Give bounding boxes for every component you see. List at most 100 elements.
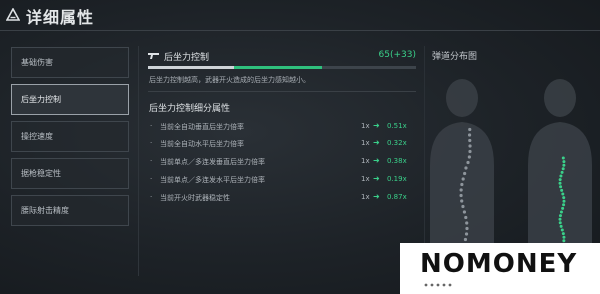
window-header: 详细属性 xyxy=(0,0,600,30)
row-value: 0.38x xyxy=(387,157,407,165)
row-label: 当前开火时武器稳定性 xyxy=(160,194,230,202)
arrow-right-icon: ➜ xyxy=(373,192,380,201)
bullet-dot-green xyxy=(560,228,564,232)
bullet-dot-gray xyxy=(463,171,467,176)
bullet-dot-gray xyxy=(461,204,465,209)
sidebar-item-base-damage[interactable]: 基础伤害 xyxy=(11,47,129,78)
target-silhouette-left xyxy=(430,79,494,250)
bullet-dot-gray xyxy=(460,182,464,187)
watermark: NOMONEY xyxy=(400,243,600,294)
bullet-dot-green xyxy=(561,232,565,236)
sidebar-divider xyxy=(138,46,139,276)
row-value: 0.19x xyxy=(387,175,407,183)
bullet-dot-gray xyxy=(468,149,472,154)
watermark-text: NOMONEY xyxy=(420,249,578,279)
row-base: 1x xyxy=(361,157,370,165)
sidebar-item-label: 腰际射击精度 xyxy=(21,206,69,215)
stat-progress-base xyxy=(148,66,234,69)
stat-value: 65(+33) xyxy=(378,50,416,60)
stat-progress-bar xyxy=(148,66,416,69)
bullet-dot-green xyxy=(562,239,566,243)
bullet-dot-green xyxy=(559,185,563,189)
row-bullet: · xyxy=(150,175,153,183)
row-base: 1x xyxy=(361,139,370,147)
sidebar-item-aim-stability[interactable]: 据枪稳定性 xyxy=(11,158,129,189)
bullet-dot-green xyxy=(562,163,566,167)
bullet-dot-green xyxy=(562,199,566,203)
breakdown-row: · 当前全自动水平后坐力倍率 1x ➜ 0.32x xyxy=(148,136,416,154)
row-value: 0.87x xyxy=(387,193,407,201)
bullet-dot-gray xyxy=(459,188,463,192)
bullet-dot-green xyxy=(562,235,566,239)
bullet-dot-gray xyxy=(459,193,463,198)
bullet-dot-green xyxy=(558,221,562,225)
target-silhouette-right xyxy=(528,79,592,250)
row-label: 当前单点／多连发水平后坐力倍率 xyxy=(160,176,265,184)
bullet-dot-gray xyxy=(464,215,468,220)
bullet-dot-green xyxy=(559,210,563,214)
bullet-dot-green xyxy=(561,206,565,210)
sidebar-item-handling-speed[interactable]: 操控速度 xyxy=(11,121,129,152)
bullet-dot-green xyxy=(558,181,562,185)
breakdown-row: · 当前单点／多连发垂直后坐力倍率 1x ➜ 0.38x xyxy=(148,154,416,172)
bullet-dot-green xyxy=(561,167,565,171)
sidebar-item-label: 操控速度 xyxy=(21,132,53,141)
arrow-right-icon: ➜ xyxy=(373,156,380,165)
bullet-dot-green xyxy=(560,170,564,174)
bullet-dot-gray xyxy=(464,232,469,236)
row-bullet: · xyxy=(150,157,153,165)
arrow-right-icon: ➜ xyxy=(373,174,380,183)
bullet-dot-green xyxy=(559,224,563,228)
stat-progress-bonus xyxy=(234,66,322,69)
bullet-dot-gray xyxy=(468,127,472,132)
bullet-dot-gray xyxy=(463,237,468,242)
row-bullet: · xyxy=(150,122,153,130)
sidebar-item-recoil-control[interactable]: 后坐力控制 xyxy=(11,84,129,115)
breakdown-row: · 当前全自动垂直后坐力倍率 1x ➜ 0.51x xyxy=(148,119,416,137)
bullet-dot-green xyxy=(562,203,566,207)
header-divider xyxy=(0,30,600,31)
bullet-dot-green xyxy=(558,178,562,182)
row-value: 0.51x xyxy=(387,122,407,130)
bullet-dot-gray xyxy=(468,144,472,148)
bullet-dot-gray xyxy=(462,210,467,214)
row-base: 1x xyxy=(361,175,370,183)
bullet-dot-green xyxy=(559,174,563,178)
bullet-dot-gray xyxy=(465,221,469,225)
bullet-dot-gray xyxy=(466,160,470,165)
breakdown-title: 后坐力控制细分属性 xyxy=(149,104,231,114)
bullet-dot-green xyxy=(558,214,562,218)
bullet-dot-green xyxy=(561,192,565,196)
bullet-dot-gray xyxy=(461,177,465,181)
sidebar-item-label: 据枪稳定性 xyxy=(21,169,61,178)
breakdown-row: · 当前开火时武器稳定性 1x ➜ 0.87x xyxy=(148,190,416,208)
row-base: 1x xyxy=(361,193,370,201)
row-value: 0.32x xyxy=(387,139,407,147)
triangle-logo-icon xyxy=(6,8,20,21)
bullet-dot-gray xyxy=(467,133,472,137)
watermark-dots-icon xyxy=(424,283,452,287)
breakdown-row: · 当前单点／多连发水平后坐力倍率 1x ➜ 0.19x xyxy=(148,172,416,190)
page-title: 详细属性 xyxy=(26,8,95,27)
bullet-dot-green xyxy=(560,188,564,192)
arrow-right-icon: ➜ xyxy=(373,121,380,130)
row-label: 当前全自动垂直后坐力倍率 xyxy=(160,123,244,131)
sidebar-item-label: 后坐力控制 xyxy=(21,95,61,104)
bullet-dot-green xyxy=(558,217,562,221)
row-bullet: · xyxy=(150,139,153,147)
stat-title: 后坐力控制 xyxy=(164,53,210,63)
bullet-dot-gray xyxy=(464,166,468,170)
trajectory-title: 弹道分布图 xyxy=(432,52,478,62)
bullet-dot-gray xyxy=(465,226,469,231)
row-label: 当前全自动水平后坐力倍率 xyxy=(160,140,244,148)
bullet-dot-green xyxy=(562,160,566,164)
sidebar-item-label: 基础伤害 xyxy=(21,58,53,67)
stat-description: 后坐力控制越高，武器开火造成的后坐力感知越小。 xyxy=(149,76,310,84)
bullet-dot-gray xyxy=(460,199,464,203)
bullet-dot-gray xyxy=(467,155,471,159)
bullet-dot-gray xyxy=(468,138,472,143)
sidebar-item-hipfire-accuracy[interactable]: 腰际射击精度 xyxy=(11,195,129,226)
gun-icon xyxy=(148,53,159,59)
bullet-dot-green xyxy=(562,196,566,200)
row-label: 当前单点／多连发垂直后坐力倍率 xyxy=(160,158,265,166)
